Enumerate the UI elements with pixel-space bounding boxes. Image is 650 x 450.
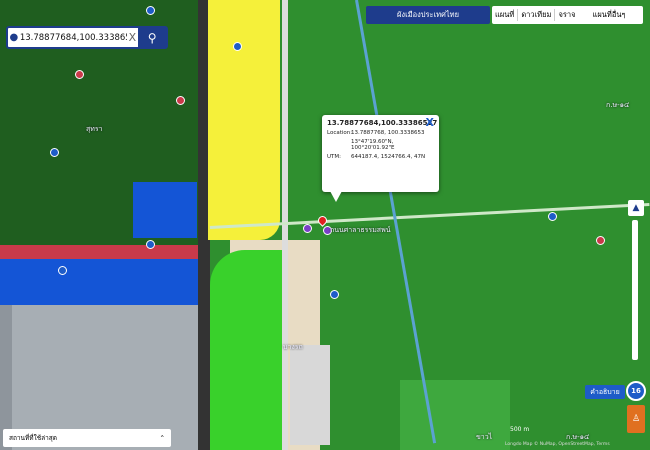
poi-marker[interactable] [233, 42, 242, 51]
zone-green-light-se [400, 380, 510, 450]
popup-value: 644187.4, 1524766.4, 47N [351, 154, 426, 160]
map-canvas[interactable]: ก.ษ-๑๔ ถนนศาลาธรรมสพน์ บางรถ สุทรา ขาวไ … [0, 0, 650, 450]
poi-marker[interactable] [75, 70, 84, 79]
location-popup: 13.78877684,100.33386527 X Location: 13.… [322, 115, 439, 202]
clear-icon[interactable]: X [127, 31, 139, 44]
maptype-satellite[interactable]: ดาวเทียม [518, 9, 556, 21]
poi-marker[interactable] [50, 148, 59, 157]
chevron-up-icon[interactable]: ⌃ [160, 434, 165, 442]
poi-marker[interactable] [303, 224, 312, 233]
legend-button[interactable]: คำอธิบาย [585, 385, 625, 399]
poi-marker[interactable] [596, 236, 605, 245]
popup-utm-row: UTM: 644187.4, 1524766.4, 47N [327, 154, 434, 160]
poi-marker[interactable] [58, 266, 67, 275]
layers-label: แผนที่อื่นๆ [592, 10, 626, 19]
recent-places-bar[interactable]: สถานที่ที่ใช้ล่าสุด ⌃ [3, 429, 171, 447]
canal [355, 0, 437, 444]
area-label: สุทรา [86, 125, 103, 133]
location-pin-icon[interactable] [316, 214, 329, 227]
popup-dms-lon: 100°20'01.92"E [351, 145, 395, 151]
poi-marker[interactable] [548, 212, 557, 221]
compass-button[interactable]: ▲ [628, 200, 644, 216]
streetview-icon[interactable]: ♙ [627, 405, 645, 433]
zoom-level-badge: 16 [626, 381, 646, 401]
popup-key: UTM: [327, 154, 341, 160]
scale-bar: 500 m [510, 426, 580, 438]
recent-label: สถานที่ที่ใช้ล่าสุด [9, 434, 57, 442]
search-input[interactable] [19, 32, 127, 43]
popup-key: Location: [327, 130, 353, 136]
attribution: Longdo Map © NuMap, OpenStreetMap, Terms [505, 442, 610, 447]
area-label: บางรถ [283, 343, 303, 351]
zone-blue-bottom [0, 258, 200, 305]
poi-marker[interactable] [176, 96, 185, 105]
legend-label: คำอธิบาย [590, 387, 620, 396]
zone-yellow [208, 0, 280, 240]
close-icon[interactable]: X [426, 116, 434, 129]
zone-bright-green [210, 250, 288, 450]
maptype-map[interactable]: แผนที่ [492, 9, 519, 21]
maptype-switch[interactable]: แผนที่ ดาวเทียม จราจร [492, 6, 584, 24]
popup-location-row: Location: 13.7887768, 100.3338653 [327, 130, 434, 136]
region-selector[interactable]: ผังเมืองประเทศไทย [366, 6, 490, 24]
zone-red [0, 245, 200, 259]
zone-blue-top [133, 182, 197, 238]
search-icon: ⚲ [147, 30, 157, 45]
zoom-slider[interactable] [632, 220, 638, 360]
road-label: ก.ษ-๑๔ [606, 101, 630, 109]
layers-button[interactable]: แผนที่อื่นๆ [575, 6, 643, 24]
popup-value: 13.7887768, 100.3338653 [351, 130, 425, 136]
search-button[interactable]: ⚲ [138, 28, 166, 47]
poi-marker[interactable] [146, 240, 155, 249]
popup-dms-row: 13°47'19.60"N, 100°20'01.92"E [327, 139, 434, 151]
region-label: ผังเมืองประเทศไทย [397, 10, 459, 19]
area-label: ขาวไ [476, 433, 493, 441]
zone-light-se [290, 345, 330, 445]
poi-marker[interactable] [146, 6, 155, 15]
search-box[interactable]: ● X ⚲ [6, 26, 168, 49]
zoom-level: 16 [631, 387, 641, 395]
location-icon: ● [9, 32, 19, 43]
popup-title: 13.78877684,100.33386527 [327, 119, 438, 127]
scale-label: 500 m [510, 426, 530, 433]
poi-marker[interactable] [330, 290, 339, 299]
road-label: ถนนศาลาธรรมสพน์ [330, 226, 391, 234]
